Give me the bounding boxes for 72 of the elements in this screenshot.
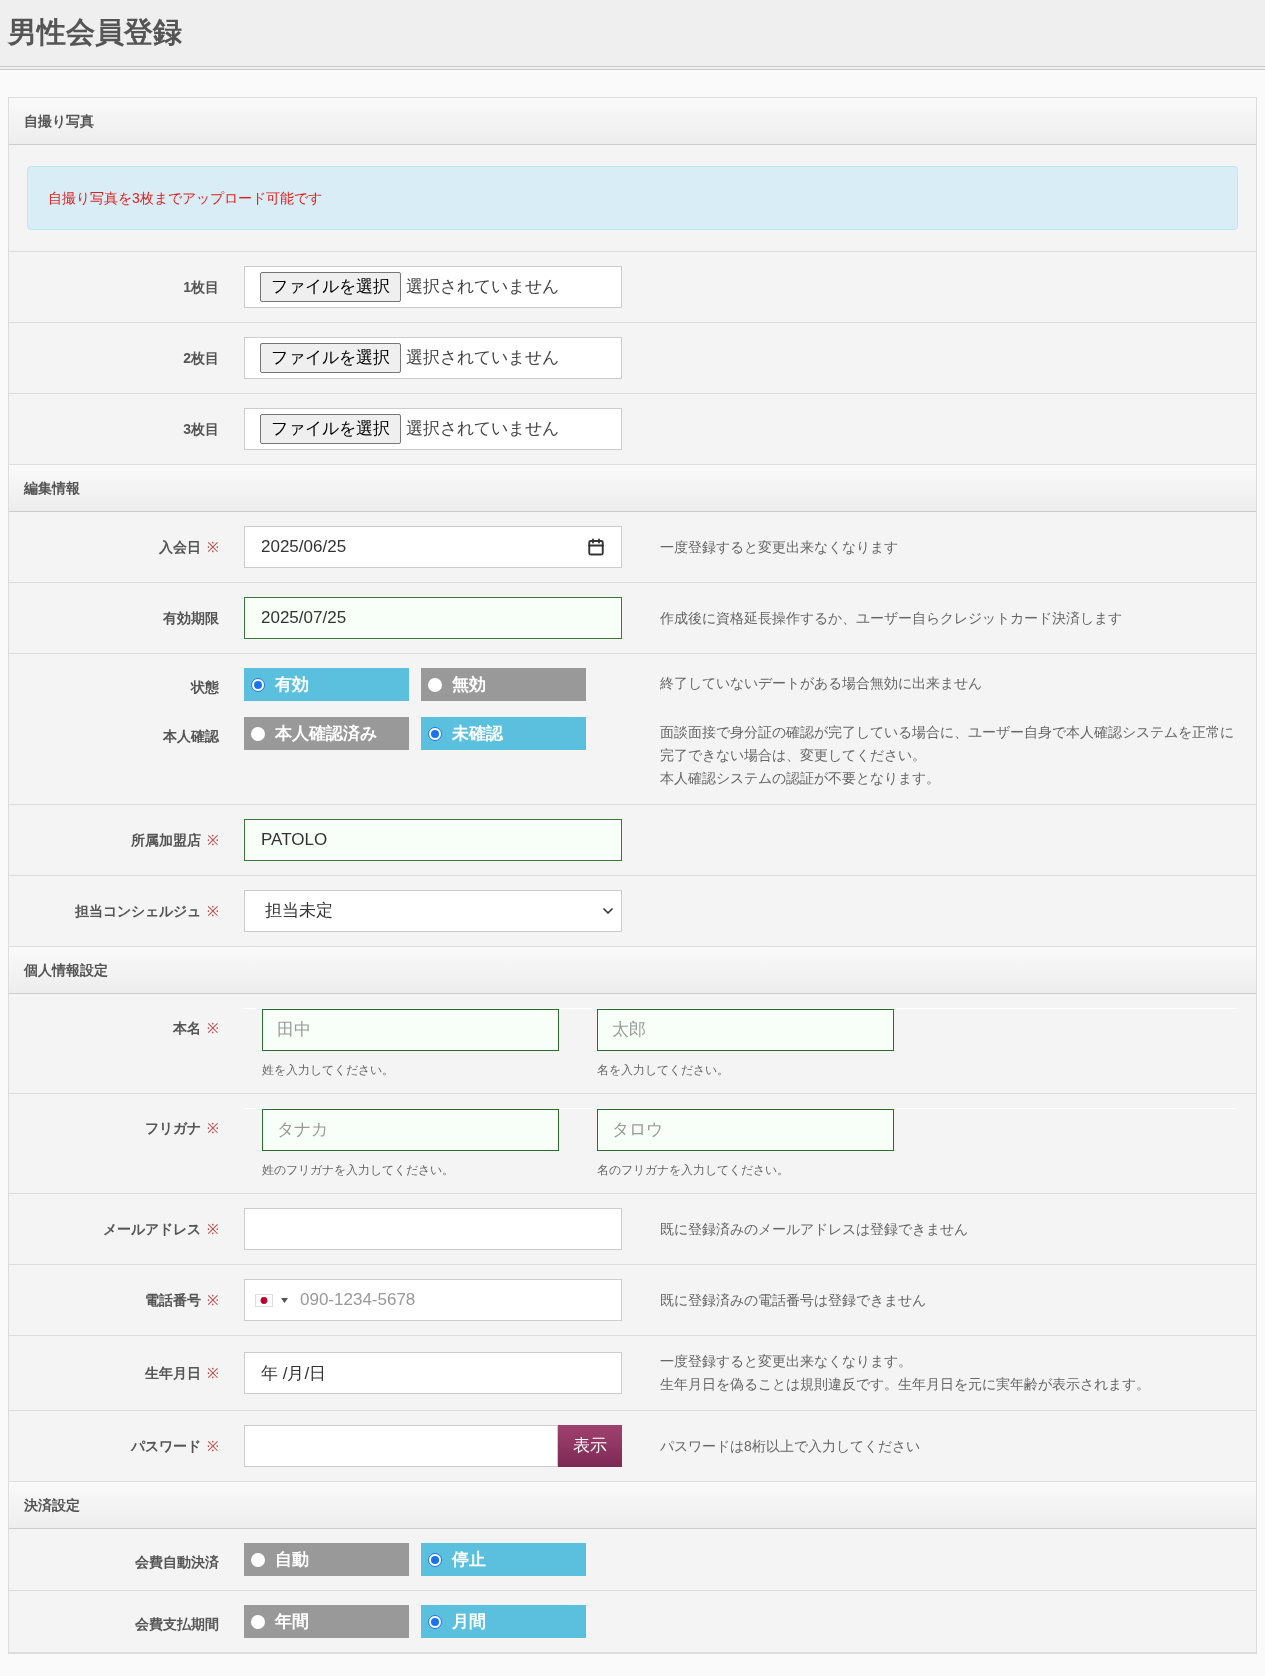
info-alert: 自撮り写真を3枚までアップロード可能です [27, 166, 1238, 230]
field-hint: 姓を入力してください。 [262, 1062, 395, 1079]
help-text: 作成後に資格延長操作するか、ユーザー自らクレジットカード決済します [660, 608, 1123, 628]
field-label: 2枚目 [183, 348, 219, 368]
choose-file-button[interactable]: ファイルを選択 [260, 272, 401, 302]
page-title: 男性会員登録 [8, 15, 182, 51]
section-header: 個人情報設定 [9, 947, 1256, 994]
phone-field[interactable]: 090-1234-5678 [244, 1279, 622, 1321]
text-field[interactable]: PATOLO [244, 819, 622, 861]
section-header: 自撮り写真 [9, 98, 1256, 145]
text-field[interactable]: 年 /月/日 [244, 1352, 622, 1394]
field-label: フリガナ [145, 1118, 201, 1138]
field-label: 入会日 [159, 537, 201, 557]
file-input[interactable]: ファイルを選択 選択されていません [244, 337, 622, 379]
help-text: 既に登録済みのメールアドレスは登録できません [660, 1219, 969, 1239]
file-status: 選択されていません [406, 276, 559, 299]
field-label: 会費自動決済 [135, 1553, 219, 1572]
phone-number-input[interactable]: 090-1234-5678 [300, 1287, 621, 1313]
text-field[interactable]: 2025/07/25 [244, 597, 622, 639]
file-status: 選択されていません [406, 418, 559, 441]
help-text: 生年月日を偽ることは規則違反です。生年月日を元に実年齢が表示されます。 [660, 1375, 1151, 1394]
help-text: パスワードは8桁以上で入力してください [660, 1436, 921, 1456]
field-label: パスワード [131, 1436, 201, 1456]
required-mark: ※ [207, 1018, 219, 1038]
file-input[interactable]: ファイルを選択 選択されていません [244, 408, 622, 450]
field-label: 所属加盟店 [131, 830, 201, 850]
password-field[interactable] [244, 1425, 558, 1467]
date-field[interactable]: 2025/06/25 [244, 526, 622, 568]
field-label: 担当コンシェルジュ [75, 901, 201, 921]
field-label: 電話番号 [145, 1290, 201, 1310]
help-text: 面談面接で身分証の確認が完了している場合に、ユーザー自身で本人確認システムを正常に完了できない場合は、変更してください。 [660, 723, 1235, 765]
calendar-icon [587, 538, 605, 556]
file-input[interactable]: ファイルを選択 選択されていません [244, 266, 622, 308]
section-header: 編集情報 [9, 465, 1256, 512]
field-label: 有効期限 [163, 608, 219, 628]
required-mark: ※ [207, 537, 219, 557]
name-field[interactable]: 太郎 [597, 1009, 894, 1051]
caret-icon [281, 1297, 288, 1303]
choose-file-button[interactable]: ファイルを選択 [260, 343, 401, 373]
help-text: 終了していないデートがある場合無効に出来ません [660, 674, 983, 693]
name-field[interactable]: タナカ [262, 1109, 559, 1151]
required-mark: ※ [207, 901, 219, 921]
field-hint: 名を入力してください。 [597, 1062, 730, 1079]
field-label: 会費支払期間 [135, 1615, 219, 1634]
help-text: 一度登録すると変更出来なくなります。 [660, 1352, 913, 1371]
field-label: 状態 [191, 678, 219, 697]
field-hint: 名のフリガナを入力してください。 [597, 1162, 790, 1179]
field-label: 1枚目 [183, 277, 219, 297]
show-password-button[interactable]: 表示 [558, 1425, 622, 1467]
name-field[interactable]: タロウ [597, 1109, 894, 1151]
required-mark: ※ [207, 1219, 219, 1239]
field-label: 生年月日 [145, 1363, 201, 1383]
flag-icon [255, 1293, 273, 1307]
select-field[interactable]: 担当未定 [244, 890, 622, 932]
help-text: 一度登録すると変更出来なくなります [660, 537, 899, 557]
file-status: 選択されていません [406, 347, 559, 370]
required-mark: ※ [207, 1363, 219, 1383]
field-label: 本名 [173, 1018, 201, 1038]
choose-file-button[interactable]: ファイルを選択 [260, 414, 401, 444]
name-field[interactable]: 田中 [262, 1009, 559, 1051]
help-text: 本人確認システムの認証が不要となります。 [660, 769, 941, 788]
field-label: 3枚目 [183, 419, 219, 439]
field-label: 本人確認 [163, 727, 219, 746]
text-field[interactable] [244, 1208, 622, 1250]
section-header: 決済設定 [9, 1482, 1256, 1529]
required-mark: ※ [207, 1290, 219, 1310]
help-text: 既に登録済みの電話番号は登録できません [660, 1290, 927, 1310]
field-label: メールアドレス [103, 1219, 201, 1239]
field-hint: 姓のフリガナを入力してください。 [262, 1162, 455, 1179]
required-mark: ※ [207, 1436, 219, 1456]
required-mark: ※ [207, 1118, 219, 1138]
required-mark: ※ [207, 830, 219, 850]
